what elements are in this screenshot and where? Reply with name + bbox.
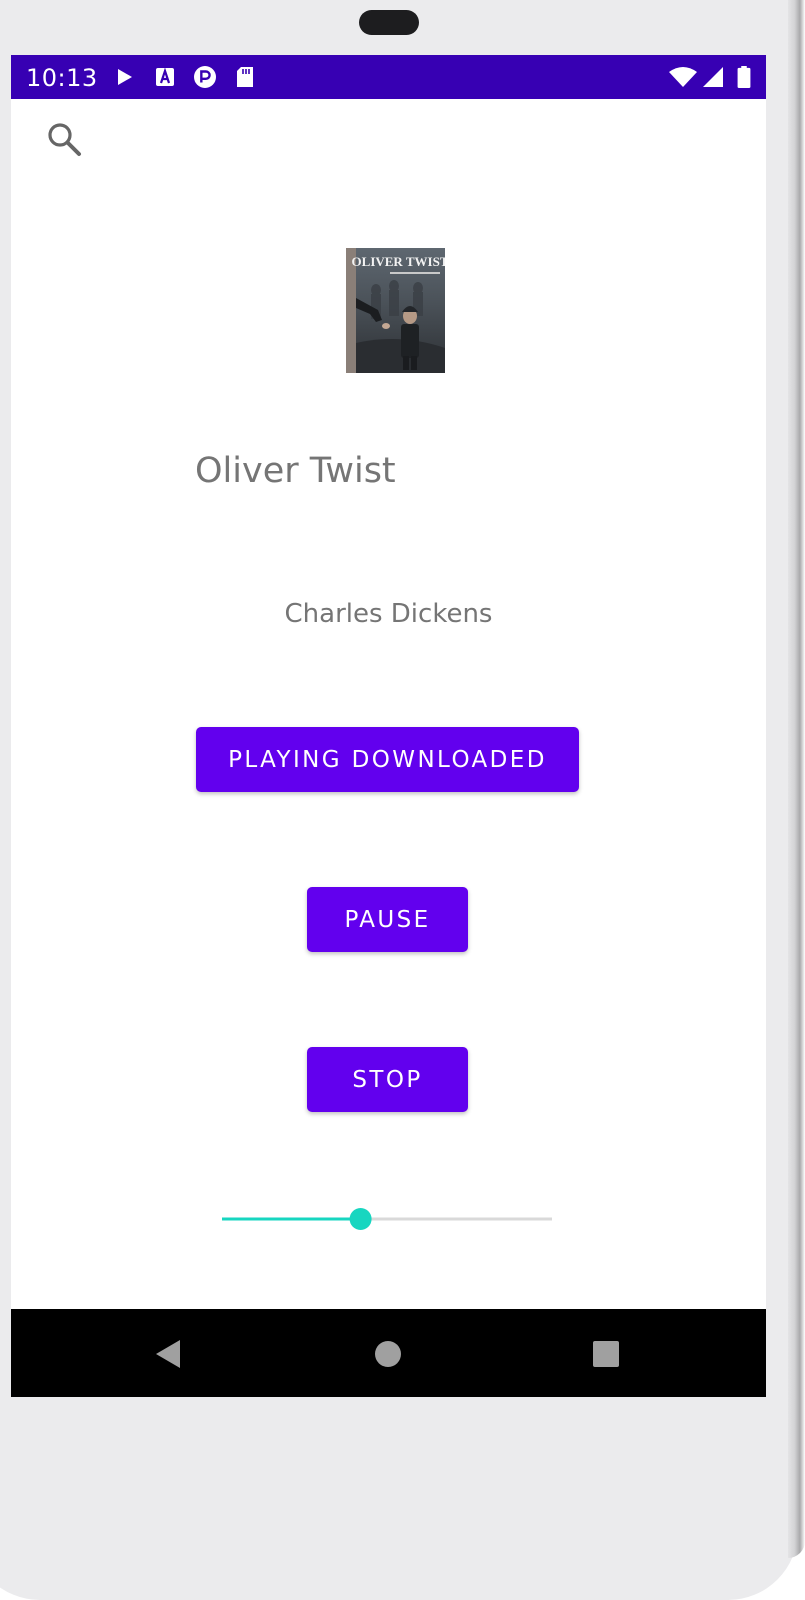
recents-square-icon[interactable] <box>592 1340 620 1368</box>
cover-title-text: OLIVER TWIST <box>352 254 445 269</box>
sd-card-icon <box>237 67 253 87</box>
navigation-bar <box>11 1309 766 1397</box>
p-circle-icon <box>194 66 216 88</box>
wifi-icon <box>669 67 697 87</box>
play-icon <box>118 69 132 85</box>
seek-bar[interactable] <box>222 1199 552 1239</box>
book-cover-image: OLIVER TWIST <box>346 248 445 373</box>
phone-frame-edge <box>788 0 805 1558</box>
book-title: Oliver Twist <box>195 451 396 491</box>
playing-downloaded-button[interactable]: PLAYING DOWNLOADED <box>196 727 579 792</box>
book-author: Charles Dickens <box>284 599 493 629</box>
signal-icon <box>703 67 723 87</box>
search-icon[interactable] <box>44 119 84 159</box>
stop-button[interactable]: STOP <box>307 1047 468 1112</box>
status-time: 10:13 <box>26 64 98 92</box>
battery-icon <box>737 66 751 88</box>
earpiece-speaker <box>359 10 419 35</box>
player-screen: OLIVER TWIST Oliver Twist Charles Dicken… <box>11 99 766 1309</box>
a-box-icon <box>156 67 174 86</box>
status-bar: 10:13 <box>11 55 766 99</box>
home-circle-icon[interactable] <box>374 1340 402 1368</box>
seek-thumb[interactable] <box>349 1208 372 1230</box>
device-screen: 10:13 OLIVER TWIST Oliver Twist Charles … <box>11 55 766 1397</box>
pause-button[interactable]: PAUSE <box>307 887 468 952</box>
back-triangle-icon[interactable] <box>154 1339 182 1369</box>
